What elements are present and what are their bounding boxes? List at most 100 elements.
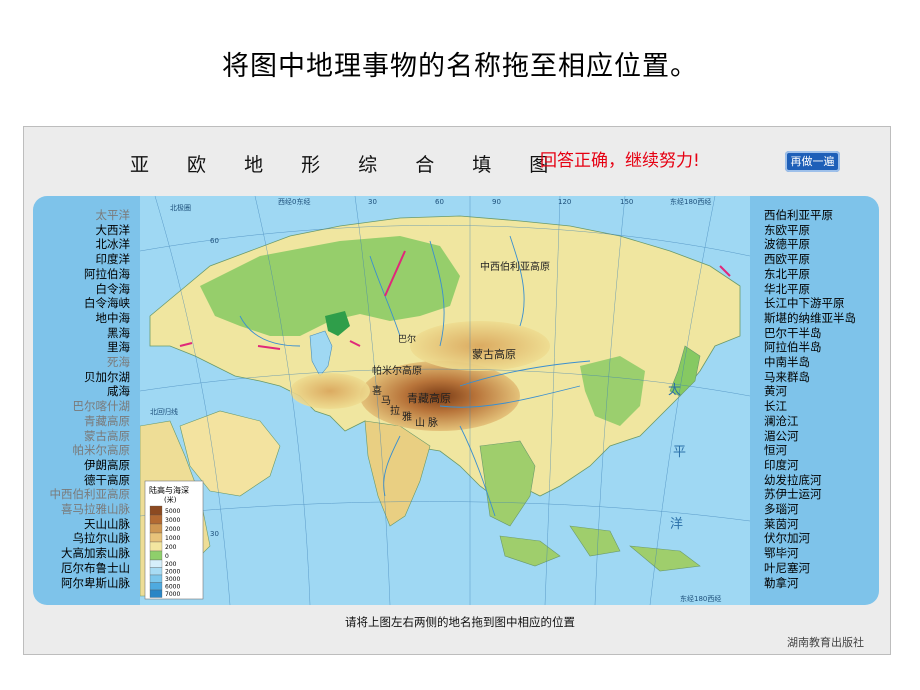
- drag-label-right[interactable]: 西伯利亚平原: [764, 208, 884, 223]
- drag-label-right[interactable]: 波德平原: [764, 237, 884, 252]
- mongolian-plateau-relief: [410, 321, 550, 371]
- drag-label-right[interactable]: 勒拿河: [764, 576, 884, 591]
- elevation-legend: 陆高与海深 (米) 50003000200010002000 200200030…: [144, 480, 204, 600]
- legend-level-land: 5000: [165, 508, 180, 515]
- legend-swatch-land: [149, 514, 163, 525]
- drag-label-left[interactable]: 贝加尔湖: [34, 370, 130, 385]
- drag-label-left[interactable]: 印度洋: [34, 252, 131, 267]
- map-label-himalaya-5[interactable]: 山: [415, 417, 425, 429]
- map-label-tibetan-plateau[interactable]: 青藏高原: [407, 391, 451, 405]
- graticule-label-180-bottom: 东经180西经: [680, 594, 721, 603]
- drag-label-right[interactable]: 华北平原: [764, 282, 884, 297]
- drag-label-left[interactable]: 乌拉尔山脉: [34, 531, 131, 546]
- map-label-himalaya-4[interactable]: 雅: [402, 410, 412, 423]
- legend-swatch-sea: [149, 574, 163, 583]
- legend-swatch-sea: [149, 567, 163, 576]
- drag-label-left[interactable]: 北冰洋: [34, 237, 131, 252]
- drag-label-right[interactable]: 苏伊士运河: [764, 487, 884, 502]
- drag-label-left[interactable]: 中西伯利亚高原: [34, 487, 131, 502]
- drag-label-right[interactable]: 斯堪的纳维亚半岛: [764, 311, 884, 326]
- right-label-list: 西伯利亚平原 东欧平原 波德平原 西欧平原 东北平原 华北平原 长江中下游平原 斯堪的纳维亚半…: [764, 208, 884, 590]
- drag-label-right[interactable]: 西欧平原: [764, 252, 884, 267]
- drag-label-right[interactable]: 恒河: [764, 443, 884, 458]
- drag-label-right[interactable]: 多瑙河: [764, 502, 884, 517]
- legend-swatch-land: [149, 505, 163, 516]
- drag-label-left[interactable]: 白令海峡: [34, 296, 130, 311]
- drag-instruction: 请将上图左右两侧的地名拖到图中相应的位置: [345, 615, 575, 629]
- drag-label-right[interactable]: 澜沧江: [764, 414, 884, 429]
- graticule-label-150: 150: [620, 198, 633, 206]
- drag-label-right[interactable]: 长江: [764, 399, 884, 414]
- drag-label-right[interactable]: 巴尔干半岛: [764, 326, 884, 341]
- drag-label-right[interactable]: 莱茵河: [764, 517, 884, 532]
- map-label-lake-balkhash-fragment[interactable]: 巴尔: [398, 333, 416, 345]
- drag-label-left[interactable]: 蒙古高原: [34, 429, 130, 444]
- legend-level-land: 3000: [165, 517, 180, 524]
- drag-label-right[interactable]: 伏尔加河: [764, 531, 884, 546]
- drag-label-left[interactable]: 天山山脉: [34, 517, 130, 532]
- graticule-label-lat-60: 60: [210, 237, 219, 245]
- legend-level-sea: 2000: [165, 569, 180, 576]
- graticule-label-60: 60: [435, 198, 444, 206]
- drag-label-right[interactable]: 马来群岛: [764, 370, 884, 385]
- drag-label-left[interactable]: 喜马拉雅山脉: [34, 502, 130, 517]
- legend-swatch-land: [149, 541, 163, 552]
- map-label-himalaya-3[interactable]: 拉: [390, 404, 400, 417]
- drag-label-left[interactable]: 巴尔喀什湖: [34, 399, 131, 414]
- drag-label-right[interactable]: 湄公河: [764, 429, 884, 444]
- drag-label-left[interactable]: 咸海: [34, 384, 130, 399]
- drag-label-left[interactable]: 大高加索山脉: [34, 546, 130, 561]
- legend-level-sea: 3000: [165, 576, 180, 583]
- graticule-label-tropic: 北回归线: [150, 407, 178, 416]
- legend-level-sea: 6000: [165, 584, 180, 591]
- legend-swatch-sea: [149, 559, 163, 568]
- drag-label-left[interactable]: 地中海: [34, 311, 131, 326]
- map-label-himalaya-6[interactable]: 脉: [428, 416, 438, 429]
- drag-label-left[interactable]: 青藏高原: [34, 414, 130, 429]
- drag-label-left[interactable]: 大西洋: [34, 223, 131, 238]
- drag-label-right[interactable]: 黄河: [764, 384, 884, 399]
- drag-label-left[interactable]: 太平洋: [34, 208, 131, 223]
- drag-label-left[interactable]: 厄尔布鲁士山: [34, 561, 130, 576]
- drag-label-right[interactable]: 东欧平原: [764, 223, 884, 238]
- drag-label-left[interactable]: 里海: [34, 340, 130, 355]
- legend-level-land: 200: [165, 544, 177, 551]
- map-label-mongolian-plateau[interactable]: 蒙古高原: [472, 347, 516, 361]
- legend-title: 陆高与海深: [149, 485, 189, 495]
- drag-label-left[interactable]: 白令海: [34, 282, 131, 297]
- drag-label-right[interactable]: 中南半岛: [764, 355, 884, 370]
- left-label-list: 太平洋 大西洋 北冰洋 印度洋 阿拉伯海 白令海 白令海峡 地中海 黑海 里海 死海 贝加尔湖 咸海 巴尔…: [34, 208, 131, 591]
- map-heading: 亚 欧 地 形 综 合 填 图: [130, 154, 565, 176]
- drag-label-left[interactable]: 阿拉伯海: [34, 267, 130, 282]
- map-label-pamir-plateau[interactable]: 帕米尔高原: [372, 364, 422, 377]
- map-label-central-siberian-plateau[interactable]: 中西伯利亚高原: [480, 260, 550, 273]
- redo-button[interactable]: 再做一遍: [785, 151, 840, 172]
- drag-label-left[interactable]: 死海: [34, 355, 130, 370]
- legend-swatch-land: [149, 523, 163, 534]
- drag-label-right[interactable]: 叶尼塞河: [764, 561, 884, 576]
- drag-label-right[interactable]: 幼发拉底河: [764, 473, 884, 488]
- drag-label-left[interactable]: 帕米尔高原: [34, 443, 131, 458]
- legend-level-land: 1000: [165, 535, 180, 542]
- drag-label-left[interactable]: 黑海: [34, 326, 130, 341]
- legend-swatch-land: [149, 550, 163, 561]
- legend-level-sea: 7000: [165, 591, 180, 598]
- drag-label-left[interactable]: 伊朗高原: [34, 458, 130, 473]
- asia-europe-map: 中西伯利亚高原 蒙古高原 帕米尔高原 青藏高原 喜 马 拉 雅 山 脉 巴尔 太…: [140, 196, 750, 605]
- feedback-message: 回答正确，继续努力!: [540, 151, 700, 171]
- graticule-label-90: 90: [492, 198, 501, 206]
- drag-label-right[interactable]: 阿拉伯半岛: [764, 340, 884, 355]
- graticule-label-arctic: 北极圈: [170, 203, 191, 212]
- graticule-label-180-top: 东经180西经: [670, 197, 711, 206]
- drag-label-right[interactable]: 鄂毕河: [764, 546, 884, 561]
- legend-swatch-sea: [149, 582, 163, 591]
- legend-swatch-land: [149, 532, 163, 543]
- drag-label-left[interactable]: 阿尔卑斯山脉: [34, 576, 130, 591]
- iranian-plateau-relief: [290, 373, 370, 409]
- drag-label-left[interactable]: 德干高原: [34, 473, 130, 488]
- legend-level-land: 2000: [165, 526, 180, 533]
- drag-label-right[interactable]: 长江中下游平原: [764, 296, 884, 311]
- graticule-label-lat-30: 30: [210, 530, 219, 538]
- drag-label-right[interactable]: 东北平原: [764, 267, 884, 282]
- drag-label-right[interactable]: 印度河: [764, 458, 884, 473]
